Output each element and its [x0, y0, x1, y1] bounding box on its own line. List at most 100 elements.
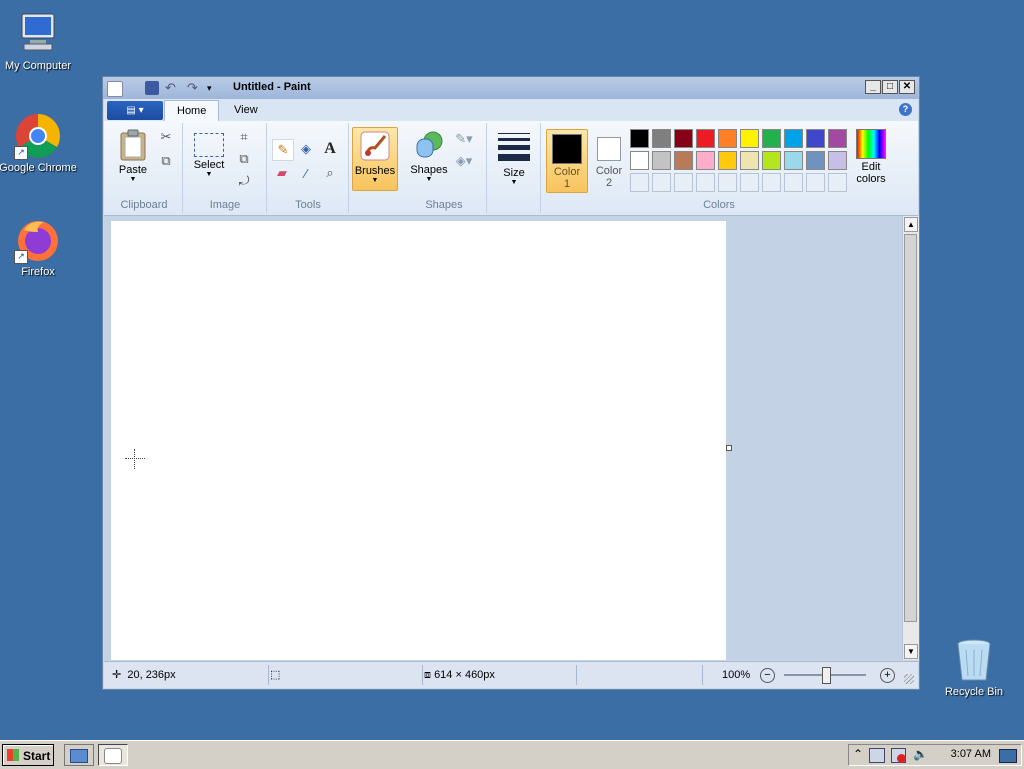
palette-swatch[interactable]	[652, 173, 671, 192]
network-icon[interactable]	[869, 748, 885, 763]
palette-swatch[interactable]	[828, 173, 847, 192]
desktop-icon-google-chrome[interactable]: ↗ Google Chrome	[0, 112, 80, 174]
close-button[interactable]: ✕	[899, 80, 915, 94]
magnifier-icon[interactable]: ⌕	[320, 163, 340, 183]
palette-swatch[interactable]	[718, 151, 737, 170]
palette-swatch[interactable]	[696, 151, 715, 170]
palette-swatch[interactable]	[784, 129, 803, 148]
show-desktop-button[interactable]	[64, 744, 94, 766]
tab-home[interactable]: Home	[164, 100, 220, 122]
rotate-icon[interactable]: ⤾	[234, 171, 254, 191]
system-tray: ⌃ 🔈 3:07 AM	[848, 744, 1022, 766]
colors-group: Color 1 Color 2 Edit colors Colors	[542, 123, 896, 213]
cut-icon[interactable]: ✂	[156, 127, 176, 147]
color-picker-icon[interactable]: ⁄	[296, 163, 316, 183]
palette-swatch[interactable]	[828, 129, 847, 148]
palette-swatch[interactable]	[806, 173, 825, 192]
palette-swatch[interactable]	[740, 173, 759, 192]
palette-swatch[interactable]	[630, 129, 649, 148]
palette-swatch[interactable]	[740, 151, 759, 170]
move-cursor-icon: ✛	[112, 669, 122, 681]
palette-swatch[interactable]	[630, 173, 649, 192]
desktop-icon-label: Google Chrome	[0, 162, 77, 174]
help-icon[interactable]: ?	[899, 103, 912, 116]
scroll-up-button[interactable]: ▲	[904, 217, 918, 232]
drawing-canvas[interactable]	[111, 221, 726, 660]
clock[interactable]: 3:07 AM	[951, 748, 991, 760]
copy-icon[interactable]: ⧉	[156, 151, 176, 171]
volume-icon[interactable]: 🔈	[913, 747, 928, 761]
desktop-icon-recycle-bin[interactable]: Recycle Bin	[932, 636, 1016, 698]
window-grip-icon[interactable]	[904, 674, 914, 684]
palette-swatch[interactable]	[718, 173, 737, 192]
palette-swatch[interactable]	[696, 129, 715, 148]
color1-button[interactable]: Color 1	[546, 129, 588, 193]
desktop-icon-firefox[interactable]: ↗ Firefox	[0, 216, 80, 278]
palette-swatch[interactable]	[762, 129, 781, 148]
palette-swatch[interactable]	[806, 151, 825, 170]
zoom-in-button[interactable]: +	[880, 668, 895, 683]
tab-view[interactable]: View	[222, 100, 270, 121]
size-button[interactable]: Size ▼	[492, 129, 536, 186]
paste-button[interactable]: Paste ▼	[110, 129, 156, 183]
palette-swatch[interactable]	[762, 173, 781, 192]
color2-number: 2	[605, 177, 613, 189]
palette-swatch[interactable]	[674, 129, 693, 148]
palette-swatch[interactable]	[828, 151, 847, 170]
palette-swatch[interactable]	[718, 129, 737, 148]
save-icon[interactable]	[145, 81, 159, 95]
select-button[interactable]: Select ▼	[188, 129, 230, 178]
palette-swatch[interactable]	[652, 151, 671, 170]
scroll-down-button[interactable]: ▼	[904, 644, 918, 659]
my-computer-icon	[14, 10, 62, 58]
palette-swatch[interactable]	[806, 129, 825, 148]
shapes-button[interactable]: Shapes ▼	[406, 129, 452, 183]
minimize-button[interactable]: _	[865, 80, 881, 94]
error-badge-icon	[897, 754, 906, 763]
outline-icon[interactable]: ✎▾	[454, 129, 474, 149]
palette-swatch[interactable]	[762, 151, 781, 170]
resize-icon[interactable]: ⧉	[234, 149, 254, 169]
fill-bucket-icon[interactable]: ◈	[296, 139, 316, 159]
color1-label: Color	[553, 166, 581, 178]
desktop-icon-my-computer[interactable]: My Computer	[0, 10, 80, 72]
maximize-button[interactable]: □	[882, 80, 898, 94]
crop-icon[interactable]: ⌗	[234, 127, 254, 147]
show-hidden-icons-icon[interactable]: ⌃	[853, 747, 863, 761]
text-icon[interactable]: A	[320, 139, 340, 159]
color2-button[interactable]: Color 2	[590, 129, 628, 189]
canvas-resize-handle[interactable]	[726, 445, 732, 451]
scroll-thumb[interactable]	[904, 234, 917, 622]
title-bar[interactable]: ↶ ↷ ▾ Untitled - Paint _ □ ✕	[103, 77, 919, 99]
shapes-icon	[416, 131, 443, 158]
palette-swatch[interactable]	[674, 173, 693, 192]
redo-icon[interactable]: ↷	[187, 81, 201, 95]
customize-qat-icon[interactable]: ▾	[207, 81, 221, 95]
brushes-button[interactable]: Brushes ▼	[352, 127, 398, 191]
undo-icon[interactable]: ↶	[165, 81, 179, 95]
action-center-icon[interactable]	[999, 749, 1017, 763]
zoom-slider-thumb[interactable]	[822, 667, 831, 684]
palette-swatch[interactable]	[696, 173, 715, 192]
pencil-icon[interactable]: ✎	[272, 139, 294, 161]
palette-swatch[interactable]	[630, 151, 649, 170]
palette-swatch[interactable]	[740, 129, 759, 148]
palette-swatch[interactable]	[784, 151, 803, 170]
zoom-out-button[interactable]: −	[760, 668, 775, 683]
start-button[interactable]: Start	[2, 744, 54, 766]
eraser-icon[interactable]: ▰	[272, 163, 292, 183]
paint-menu-button[interactable]: ▤ ▾	[107, 101, 163, 120]
color-palette	[630, 129, 850, 195]
palette-swatch[interactable]	[652, 129, 671, 148]
color2-swatch	[597, 137, 621, 161]
palette-swatch[interactable]	[674, 151, 693, 170]
fill-icon[interactable]: ◈▾	[454, 151, 474, 171]
palette-swatch[interactable]	[784, 173, 803, 192]
paint-app-icon[interactable]	[107, 81, 123, 97]
edit-colors-label2: colors	[856, 173, 886, 185]
vertical-scrollbar[interactable]: ▲ ▼	[902, 216, 919, 660]
paint-taskbar-button[interactable]	[98, 744, 128, 766]
taskbar: Start ⌃ 🔈 3:07 AM	[0, 740, 1024, 769]
edit-colors-button[interactable]: Edit colors	[850, 129, 892, 185]
firefox-icon: ↗	[14, 216, 62, 264]
